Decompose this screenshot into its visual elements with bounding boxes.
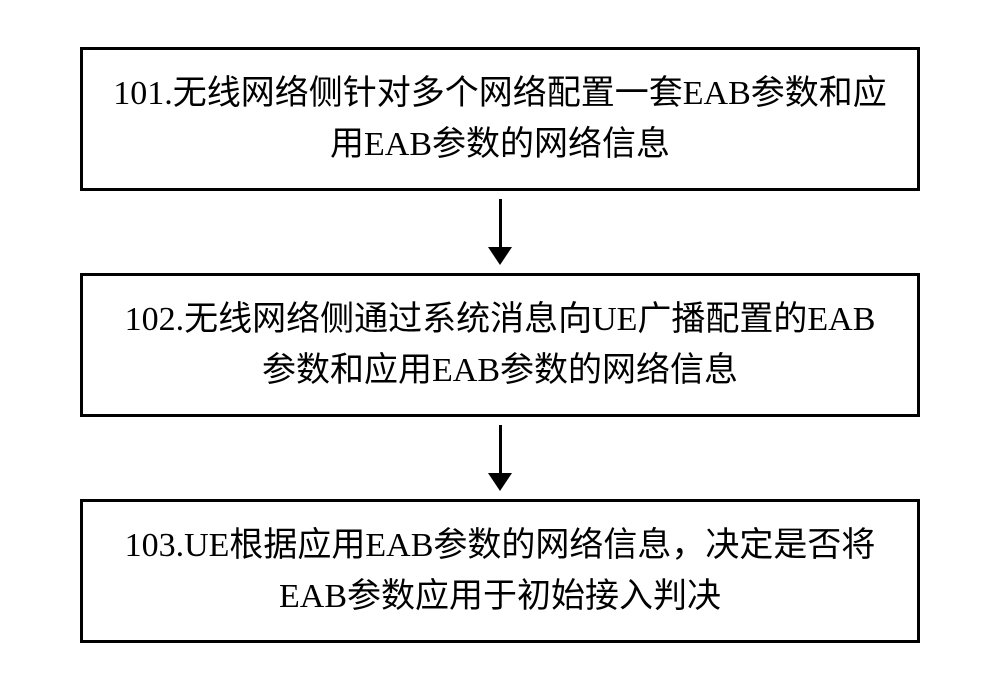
arrow-line	[499, 199, 502, 247]
arrow-icon	[488, 199, 512, 265]
arrow-line	[499, 425, 502, 473]
flowchart-container: 101.无线网络侧针对多个网络配置一套EAB参数和应用EAB参数的网络信息 10…	[60, 47, 940, 643]
flow-step-101: 101.无线网络侧针对多个网络配置一套EAB参数和应用EAB参数的网络信息	[80, 47, 920, 191]
arrow-icon	[488, 425, 512, 491]
step-text: 102.无线网络侧通过系统消息向UE广播配置的EAB参数和应用EAB参数的网络信…	[125, 301, 876, 389]
arrow-head-icon	[488, 473, 512, 491]
flow-step-103: 103.UE根据应用EAB参数的网络信息，决定是否将EAB参数应用于初始接入判决	[80, 499, 920, 643]
step-text: 101.无线网络侧针对多个网络配置一套EAB参数和应用EAB参数的网络信息	[113, 75, 887, 163]
arrow-head-icon	[488, 247, 512, 265]
step-text: 103.UE根据应用EAB参数的网络信息，决定是否将EAB参数应用于初始接入判决	[125, 527, 876, 615]
flow-step-102: 102.无线网络侧通过系统消息向UE广播配置的EAB参数和应用EAB参数的网络信…	[80, 273, 920, 417]
